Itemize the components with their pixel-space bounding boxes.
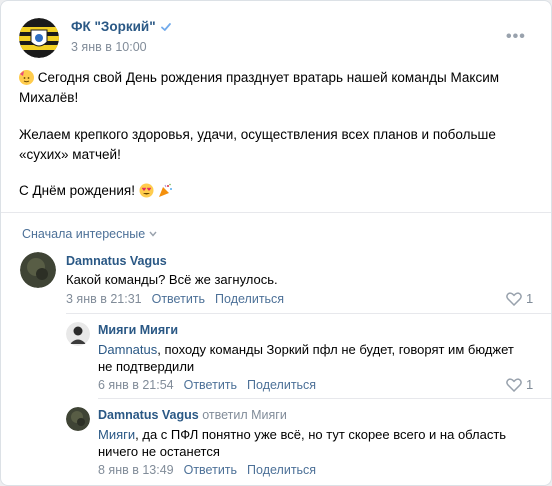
post-card: ФК "Зоркий" 3 янв в 10:00 ••• Сегодня св… [0,0,552,486]
reply-button[interactable]: Ответить [184,378,237,392]
avatar[interactable] [20,252,56,288]
share-button[interactable]: Поделиться [247,463,316,477]
community-avatar[interactable] [19,18,59,58]
post-line-3: Желаем крепкого здоровья, удачи, осущест… [19,127,496,142]
comment-author[interactable]: Damnatus Vagus [66,254,167,268]
more-dots-icon[interactable]: ••• [506,28,526,46]
comment-separator [66,313,551,314]
comment-date[interactable]: 6 янв в 21:54 [98,378,174,392]
reply-to-label[interactable]: ответил Мияги [202,408,287,422]
like-button[interactable]: 1 [506,377,533,392]
verified-icon [160,22,171,31]
like-count: 1 [526,377,534,392]
heart-icon [506,377,522,392]
party-face-emoji-icon [19,70,34,85]
party-popper-emoji-icon [158,183,173,198]
comment-separator [98,398,551,399]
comment-author[interactable]: Damnatus Vagus [98,408,199,422]
comments-sort-dropdown[interactable]: Сначала интересные [22,227,157,241]
comment-meta: 8 янв в 13:49 Ответить Поделиться [98,463,316,477]
post-line-5: С Днём рождения! [19,181,539,201]
comment-header: Damnatus Vagus ответил Мияги [98,408,287,422]
comments-sort-label[interactable]: Сначала интересные [22,227,145,241]
post-divider [1,212,551,213]
post-date[interactable]: 3 янв в 10:00 [71,40,147,54]
share-button[interactable]: Поделиться [215,292,284,306]
post-author-name[interactable]: ФК "Зоркий" [71,19,156,34]
share-button[interactable]: Поделиться [247,378,316,392]
mention-link[interactable]: Мияги [98,427,135,442]
reply-button[interactable]: Ответить [152,292,205,306]
post-line-1: Сегодня свой День рождения празднует вра… [19,68,539,88]
avatar[interactable] [66,407,90,431]
post-line-2: Михалёв! [19,90,79,105]
like-button[interactable]: 1 [506,291,533,306]
comment-text: Какой команды? Всё же загнулось. [66,272,278,287]
heart-eyes-emoji-icon [139,183,154,198]
heart-icon [506,291,522,306]
post-author[interactable]: ФК "Зоркий" [71,19,172,34]
comment-text: Мияги, да с ПФЛ понятно уже всё, но тут … [98,427,507,442]
comment-meta: 6 янв в 21:54 Ответить Поделиться [98,378,316,392]
like-count: 1 [526,291,534,306]
comment-author[interactable]: Мияги Мияги [98,323,178,337]
comment-date[interactable]: 3 янв в 21:31 [66,292,142,306]
comment-text: Damnatus, походу команды Зоркий пфл не б… [98,342,514,357]
mention-link[interactable]: Damnatus [98,342,157,357]
comment-text-line-2: не подтвердили [98,359,195,374]
chevron-down-icon [149,231,157,237]
comment-text-line-2: ничего не останется [98,444,220,459]
post-line-4: «сухих» матчей! [19,147,121,162]
comment-date[interactable]: 8 янв в 13:49 [98,463,174,477]
reply-button[interactable]: Ответить [184,463,237,477]
avatar[interactable] [66,322,90,346]
comment-meta: 3 янв в 21:31 Ответить Поделиться [66,292,284,306]
